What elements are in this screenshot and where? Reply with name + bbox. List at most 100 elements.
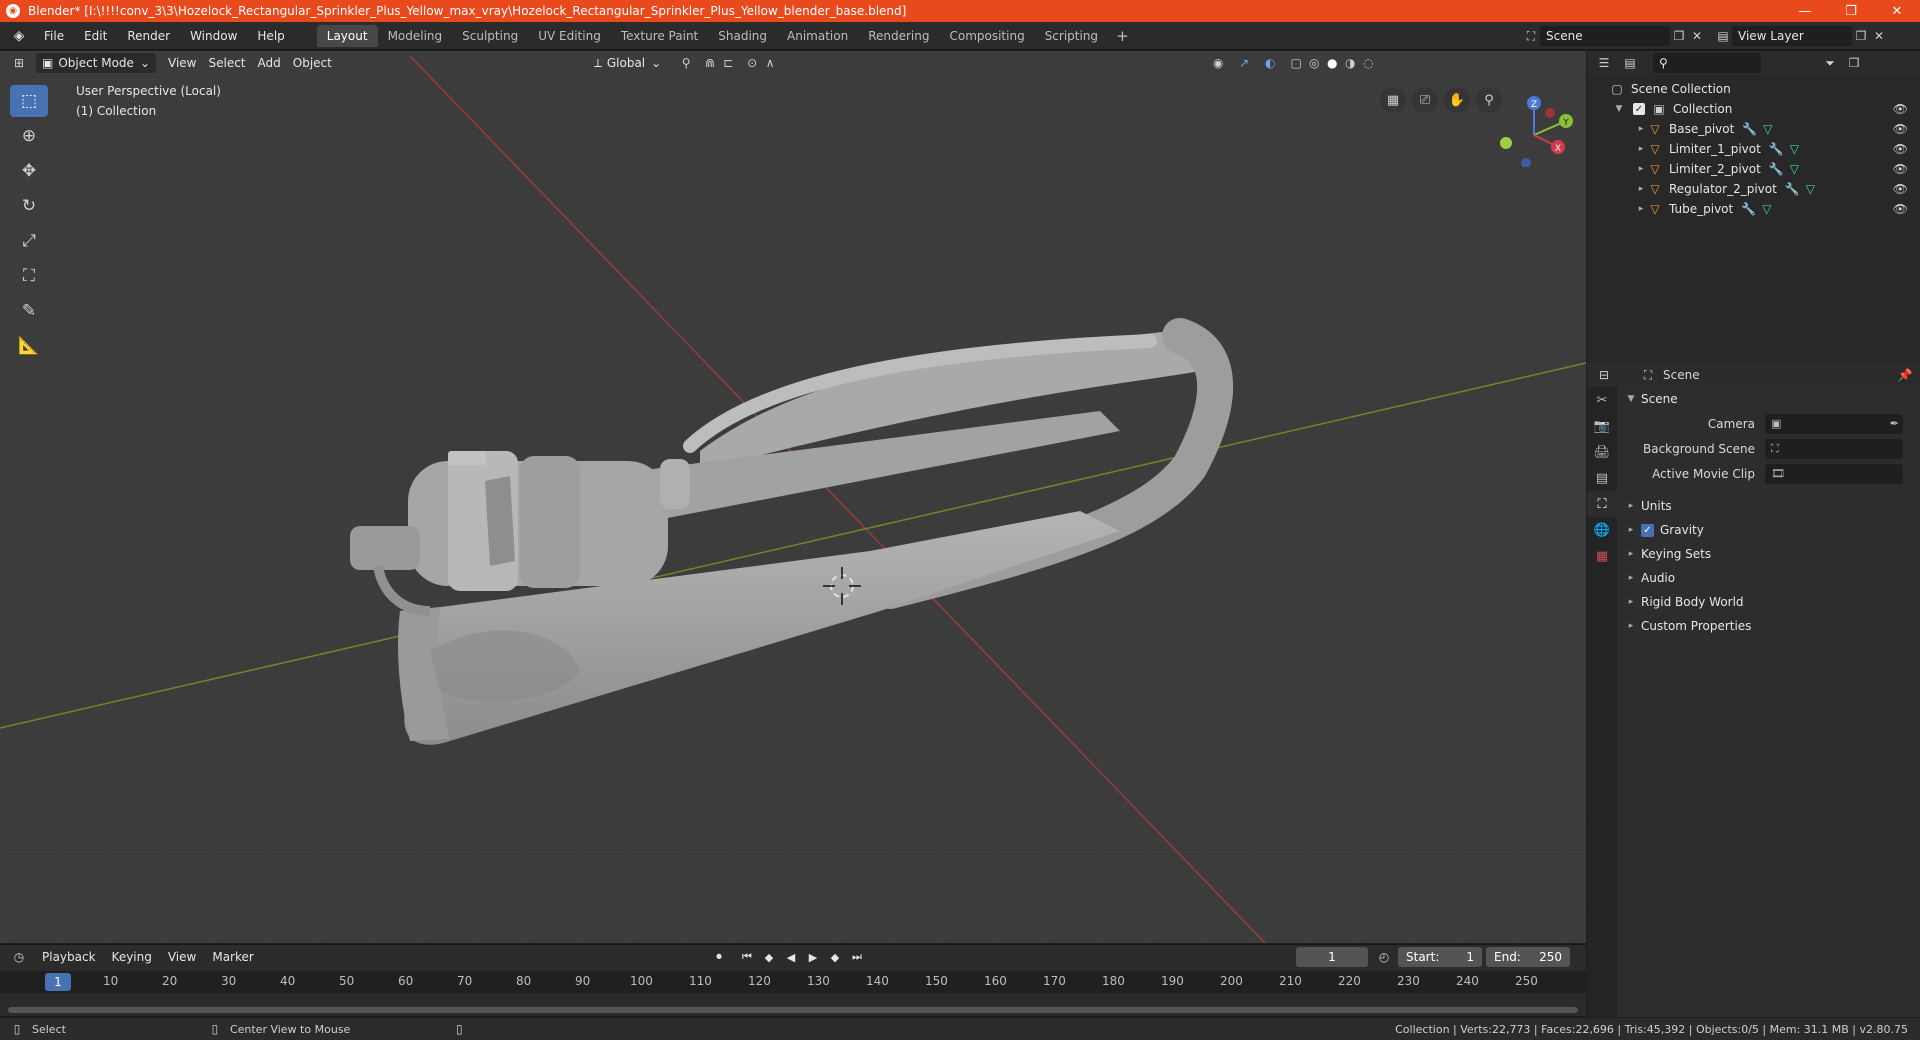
menu-view[interactable]: View: [162, 53, 202, 73]
mesh-data-icon[interactable]: ▽: [1763, 122, 1772, 136]
menu-edit[interactable]: Edit: [74, 29, 117, 43]
modifier-wrench-icon[interactable]: 🔧: [1741, 202, 1756, 216]
wireframe-shading-icon[interactable]: ◎: [1305, 54, 1323, 72]
snap-target-icon[interactable]: ⊏: [719, 54, 737, 72]
tab-layout[interactable]: Layout: [316, 24, 378, 47]
editor-type-icon[interactable]: ⊞: [10, 54, 28, 72]
modifier-wrench-icon[interactable]: 🔧: [1769, 162, 1784, 176]
tab-shading[interactable]: Shading: [708, 25, 777, 47]
eye-icon[interactable]: 👁: [1893, 202, 1908, 216]
tab-texture-paint[interactable]: Texture Paint: [611, 25, 708, 47]
new-collection-icon[interactable]: ❐: [1845, 54, 1863, 72]
mesh-data-icon[interactable]: ▽: [1806, 182, 1815, 196]
units-section[interactable]: ▸ Units: [1617, 494, 1920, 518]
menu-timeline-view[interactable]: View: [160, 950, 204, 964]
scene-icon[interactable]: ⛶: [1522, 27, 1540, 45]
blender-menu-icon[interactable]: ◈: [10, 27, 28, 45]
solid-shading-icon[interactable]: ●: [1323, 54, 1341, 72]
view-layer-tab-icon[interactable]: ▤: [1587, 465, 1617, 491]
render-tab-icon[interactable]: 📷: [1587, 413, 1617, 439]
world-tab-icon[interactable]: 🌐: [1587, 517, 1617, 543]
annotate-tool-icon[interactable]: ✎: [10, 295, 48, 327]
chevron-down-icon[interactable]: ▼: [1613, 104, 1625, 114]
background-scene-field[interactable]: ⛶: [1765, 438, 1903, 459]
current-frame-field[interactable]: 1: [1296, 947, 1368, 967]
gizmo-toggle-icon[interactable]: ↗: [1235, 54, 1253, 72]
proportional-edit-icon[interactable]: ⊙: [743, 54, 761, 72]
tab-sculpting[interactable]: Sculpting: [452, 25, 528, 47]
tab-modeling[interactable]: Modeling: [378, 25, 453, 47]
rigid-body-world-section[interactable]: ▸ Rigid Body World: [1617, 590, 1920, 614]
editor-type-icon[interactable]: ⊟: [1595, 366, 1613, 384]
scene-selector[interactable]: Scene: [1540, 26, 1670, 46]
camera-field[interactable]: ▣ ✒: [1765, 413, 1903, 434]
visibility-icon[interactable]: ◉: [1209, 54, 1227, 72]
editor-type-icon[interactable]: ☰: [1595, 54, 1613, 72]
output-tab-icon[interactable]: 🖨: [1587, 439, 1617, 465]
next-keyframe-icon[interactable]: ◆: [826, 947, 844, 967]
outliner-scene-collection[interactable]: ▢ Scene Collection: [1587, 79, 1920, 99]
chevron-right-icon[interactable]: ▸: [1635, 144, 1647, 154]
menu-keying[interactable]: Keying: [104, 950, 160, 964]
eye-icon[interactable]: 👁: [1893, 182, 1908, 196]
end-frame-field[interactable]: End: 250: [1486, 947, 1570, 967]
modifier-wrench-icon[interactable]: 🔧: [1769, 142, 1784, 156]
chevron-right-icon[interactable]: ▸: [1635, 164, 1647, 174]
scene-section-header[interactable]: ▼ Scene: [1617, 387, 1920, 411]
scene-tab-icon[interactable]: ⛶: [1587, 491, 1617, 517]
select-box-tool-icon[interactable]: ⬚: [10, 85, 48, 117]
menu-window[interactable]: Window: [180, 29, 247, 43]
outliner-item[interactable]: ▸ ▽ Base_pivot 🔧 ▽ 👁: [1587, 119, 1920, 139]
view-layer-icon[interactable]: ▤: [1714, 27, 1732, 45]
pin-icon[interactable]: 📌: [1896, 366, 1914, 384]
menu-render[interactable]: Render: [117, 29, 180, 43]
tab-compositing[interactable]: Compositing: [939, 25, 1034, 47]
tab-scripting[interactable]: Scripting: [1035, 25, 1108, 47]
menu-playback[interactable]: Playback: [34, 950, 104, 964]
measure-tool-icon[interactable]: 📐: [10, 330, 48, 362]
display-mode-icon[interactable]: ▤: [1621, 54, 1639, 72]
scale-tool-icon[interactable]: ⤢: [10, 225, 48, 257]
xray-icon[interactable]: ▢: [1287, 54, 1305, 72]
mesh-data-icon[interactable]: ▽: [1790, 142, 1799, 156]
eye-icon[interactable]: 👁: [1893, 122, 1908, 136]
menu-file[interactable]: File: [34, 29, 74, 43]
outliner-item[interactable]: ▸ ▽ Limiter_2_pivot 🔧 ▽ 👁: [1587, 159, 1920, 179]
pan-hand-icon[interactable]: ✋: [1444, 87, 1470, 113]
delete-scene-icon[interactable]: ✕: [1688, 27, 1706, 45]
menu-object[interactable]: Object: [287, 53, 338, 73]
mesh-data-icon[interactable]: ▽: [1762, 202, 1771, 216]
stopwatch-icon[interactable]: ◴: [1375, 948, 1393, 966]
audio-section[interactable]: ▸ Audio: [1617, 566, 1920, 590]
play-reverse-icon[interactable]: ◀: [782, 947, 800, 967]
tab-uv-editing[interactable]: UV Editing: [528, 25, 611, 47]
keying-sets-section[interactable]: ▸ Keying Sets: [1617, 542, 1920, 566]
delete-view-layer-icon[interactable]: ✕: [1870, 27, 1888, 45]
tool-tab-icon[interactable]: ✂: [1587, 387, 1617, 413]
chevron-right-icon[interactable]: ▸: [1635, 204, 1647, 214]
eye-icon[interactable]: 👁: [1893, 102, 1908, 116]
record-icon[interactable]: ⏺: [710, 947, 728, 967]
rendered-shading-icon[interactable]: ◌: [1359, 54, 1377, 72]
active-movie-clip-field[interactable]: 🎞: [1765, 463, 1903, 484]
timeline-scrollbar[interactable]: [8, 1007, 1578, 1013]
menu-select[interactable]: Select: [202, 53, 251, 73]
custom-properties-section[interactable]: ▸ Custom Properties: [1617, 614, 1920, 638]
gravity-section[interactable]: ▸ ✓ Gravity: [1617, 518, 1920, 542]
cursor-tool-icon[interactable]: ⊕: [10, 120, 48, 152]
new-view-layer-icon[interactable]: ❐: [1852, 27, 1870, 45]
eye-icon[interactable]: 👁: [1893, 142, 1908, 156]
camera-view-icon[interactable]: ⎚: [1412, 87, 1438, 113]
playhead-frame-indicator[interactable]: 1: [45, 973, 71, 991]
frame-ruler[interactable]: 1 10 20 30 40 50 60 70 80 90 100 110 120…: [0, 971, 1586, 993]
prev-keyframe-icon[interactable]: ◆: [760, 947, 778, 967]
chevron-right-icon[interactable]: ▸: [1635, 184, 1647, 194]
maximize-button[interactable]: ❐: [1828, 0, 1874, 22]
pivot-icon[interactable]: ⚲: [677, 54, 695, 72]
orientation-dropdown[interactable]: ⟂ Global ⌄: [588, 53, 667, 73]
menu-add[interactable]: Add: [252, 53, 287, 73]
mesh-data-icon[interactable]: ▽: [1790, 162, 1799, 176]
transform-tool-icon[interactable]: ⛶: [10, 260, 48, 292]
object-mode-dropdown[interactable]: ▣ Object Mode ⌄: [36, 53, 156, 73]
texture-tab-icon[interactable]: ▦: [1587, 543, 1617, 569]
